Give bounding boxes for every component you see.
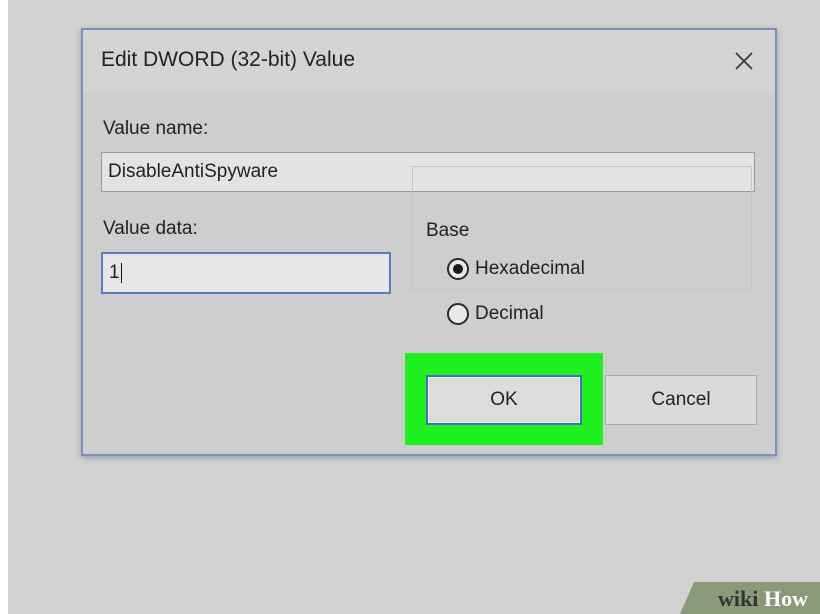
radio-selected-icon [447, 258, 469, 280]
dialog-titlebar: Edit DWORD (32-bit) Value [83, 30, 775, 92]
wikihow-watermark: wiki How [680, 582, 820, 614]
text-caret [120, 263, 122, 283]
cancel-button[interactable]: Cancel [605, 375, 757, 425]
value-data-input[interactable]: 1 [101, 252, 391, 294]
radio-unselected-icon [447, 303, 469, 325]
screenshot-background: Edit DWORD (32-bit) Value Value name: Di… [8, 0, 820, 614]
radio-hexadecimal-label: Hexadecimal [475, 258, 585, 279]
radio-hexadecimal[interactable]: Hexadecimal [447, 258, 585, 280]
close-icon [735, 52, 753, 70]
value-name-text: DisableAntiSpyware [108, 161, 279, 182]
watermark-wiki: wiki [718, 586, 758, 611]
value-data-text: 1 [109, 262, 120, 283]
radio-decimal[interactable]: Decimal [447, 303, 544, 325]
dialog-title: Edit DWORD (32-bit) Value [101, 48, 356, 71]
radio-decimal-label: Decimal [475, 303, 544, 324]
watermark-how: How [764, 586, 808, 611]
close-button[interactable] [727, 44, 761, 78]
ok-button[interactable]: OK [426, 375, 582, 425]
value-name-label: Value name: [103, 118, 209, 139]
value-data-label: Value data: [103, 218, 198, 239]
edit-dword-dialog: Edit DWORD (32-bit) Value Value name: Di… [81, 28, 777, 456]
